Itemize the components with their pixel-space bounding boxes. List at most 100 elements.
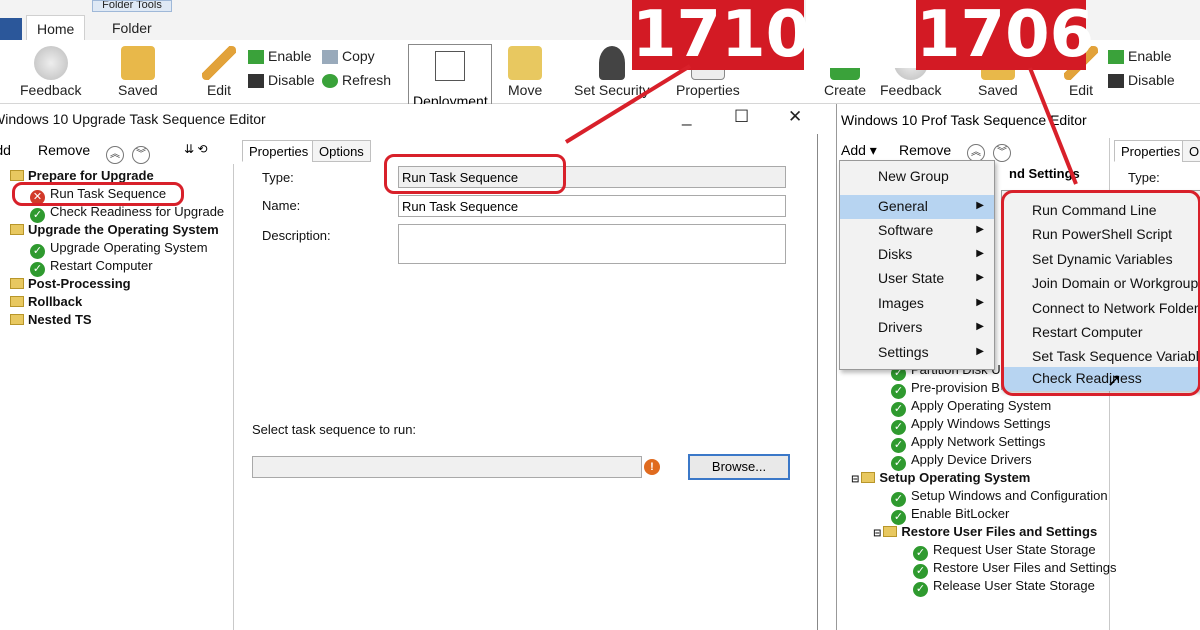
tree-step-item[interactable]: ✓ Apply Operating System: [891, 398, 1051, 417]
submenu-arrow-icon: ▶: [976, 224, 984, 235]
feedback-button[interactable]: Feedback: [20, 46, 81, 98]
close-button[interactable]: ✕: [788, 107, 802, 127]
tree-item-label: Apply Operating System: [911, 398, 1052, 413]
folder-icon: [10, 224, 24, 235]
tree-group-item[interactable]: Nested TS: [10, 312, 92, 327]
tree-step-item[interactable]: ✓ Enable BitLocker: [891, 506, 1009, 525]
tree-step-item[interactable]: ✓ Release User State Storage: [913, 578, 1095, 597]
deployment-button[interactable]: Deployment: [408, 44, 492, 109]
task-sequence-editor-window: Windows 10 Upgrade Task Sequence Editor …: [0, 104, 818, 630]
add-menu-button[interactable]: Add ▾: [841, 142, 877, 159]
move-down-button[interactable]: ︾: [993, 142, 1011, 162]
menu-item-label: Software: [878, 222, 934, 238]
tree-item-label: Restore User Files and Settings: [933, 560, 1117, 575]
tree-group-item[interactable]: Rollback: [10, 294, 82, 309]
tree-step-item[interactable]: ✓ Setup Windows and Configuration: [891, 488, 1108, 507]
properties-label: Properties: [676, 82, 740, 98]
menu-item-label: Images: [878, 295, 924, 311]
browse-button[interactable]: Browse...: [688, 454, 790, 480]
tree-step-item[interactable]: ✓ Restart Computer: [30, 258, 153, 277]
highlight-oval: [384, 154, 566, 194]
warning-icon: !: [644, 459, 660, 475]
move-button[interactable]: Move: [508, 46, 542, 98]
badge-gap: [806, 0, 916, 68]
tree-item-label: Apply Network Settings: [911, 434, 1046, 449]
check-icon: ✓: [913, 582, 928, 597]
saved-search-icon: [120, 46, 155, 80]
remove-button[interactable]: Remove: [899, 142, 951, 158]
toolbar-extra-icons[interactable]: ⇊ ⟲: [184, 142, 207, 156]
file-menu-tab[interactable]: [0, 18, 22, 40]
tree-item-label: Pre-provision B: [911, 380, 1000, 395]
menu-item-label: User State: [878, 270, 945, 286]
collapse-icon: ⊟: [873, 528, 882, 539]
tree-group-item[interactable]: Post-Processing: [10, 276, 131, 291]
tree-step-item[interactable]: ✓ Upgrade Operating System: [30, 240, 208, 259]
menu-item-new-group[interactable]: New Group: [840, 165, 994, 189]
tree-step-item[interactable]: ✓ Apply Windows Settings: [891, 416, 1050, 435]
move-folder-icon: [508, 46, 543, 80]
remove-button[interactable]: Remove: [38, 142, 90, 158]
tree-group-item[interactable]: ⊟ Setup Operating System: [851, 470, 1030, 485]
menu-item-user-state[interactable]: User State ▶: [840, 267, 994, 291]
menu-item-drivers[interactable]: Drivers ▶: [840, 316, 994, 340]
folder-icon: [10, 314, 24, 325]
type-label: Type:: [262, 170, 294, 185]
name-field[interactable]: Run Task Sequence: [398, 195, 786, 217]
check-icon: ✓: [891, 420, 906, 435]
tree-step-item[interactable]: ✓ Request User State Storage: [913, 542, 1096, 561]
enable-label: Enable: [268, 48, 312, 64]
saved-button[interactable]: Saved: [118, 46, 158, 98]
tab-folder[interactable]: Folder: [102, 15, 162, 41]
maximize-button[interactable]: ☐: [734, 107, 749, 127]
pencil-icon: [202, 46, 236, 80]
enable-button[interactable]: Enable: [248, 48, 312, 65]
tree-step-item[interactable]: ✓ Pre-provision B: [891, 380, 1000, 399]
tree-group-item[interactable]: Upgrade the Operating System: [10, 222, 219, 237]
refresh-button[interactable]: Refresh: [322, 72, 391, 89]
tab-properties[interactable]: Properties: [242, 140, 316, 162]
copy-button[interactable]: Copy: [322, 48, 375, 65]
right-enable-button[interactable]: Enable: [1108, 48, 1172, 65]
folder-icon: [861, 472, 876, 483]
badge-1706: 1706: [916, 0, 1095, 72]
mouse-cursor-icon: ➚: [1107, 370, 1123, 390]
menu-item-software[interactable]: Software ▶: [840, 219, 994, 243]
folder-icon: [10, 170, 24, 181]
tab-options[interactable]: Opti: [1182, 140, 1200, 162]
menu-item-general[interactable]: General ▶: [840, 195, 994, 219]
feedback-label: Feedback: [20, 82, 82, 98]
add-menu-button[interactable]: Add: [0, 142, 11, 158]
disable-button[interactable]: Disable: [248, 72, 315, 89]
select-task-sequence-label: Select task sequence to run:: [252, 422, 417, 437]
copy-label: Copy: [342, 48, 375, 64]
tree-item-label: Enable BitLocker: [911, 506, 1010, 521]
menu-item-disks[interactable]: Disks ▶: [840, 243, 994, 267]
submenu-arrow-icon: ▶: [976, 200, 984, 211]
check-icon: ✓: [30, 262, 45, 277]
tab-properties[interactable]: Properties: [1114, 140, 1188, 162]
minimize-button[interactable]: _: [682, 107, 691, 127]
tree-group-item[interactable]: ⊟ Restore User Files and Settings: [873, 524, 1097, 539]
check-icon: ✓: [891, 384, 906, 399]
menu-item-settings[interactable]: Settings ▶: [840, 341, 994, 365]
saved-label: Saved: [118, 82, 158, 98]
right-disable-button[interactable]: Disable: [1108, 72, 1175, 89]
editor-titlebar: Windows 10 Upgrade Task Sequence Editor …: [0, 104, 818, 134]
editor-toolbar: Add Remove ︽ ︾ ⇊ ⟲: [0, 138, 236, 164]
task-sequence-path-field: [252, 456, 642, 478]
tab-options[interactable]: Options: [312, 140, 371, 162]
check-icon: ✓: [891, 456, 906, 471]
menu-item-images[interactable]: Images ▶: [840, 292, 994, 316]
description-field[interactable]: [398, 224, 786, 264]
tab-home[interactable]: Home: [26, 15, 86, 41]
move-up-button[interactable]: ︽: [967, 142, 985, 162]
check-icon: ✓: [891, 402, 906, 417]
tree-group-item[interactable]: Prepare for Upgrade: [10, 168, 154, 183]
edit-button[interactable]: Edit: [202, 46, 236, 98]
tree-step-item[interactable]: ✓ Apply Network Settings: [891, 434, 1045, 453]
context-tab-folder-tools[interactable]: Folder Tools: [92, 0, 172, 12]
tree-step-item[interactable]: ✓ Apply Device Drivers: [891, 452, 1032, 471]
tree-step-item[interactable]: ✓ Check Readiness for Upgrade: [30, 204, 224, 223]
tree-step-item[interactable]: ✓ Restore User Files and Settings: [913, 560, 1117, 579]
